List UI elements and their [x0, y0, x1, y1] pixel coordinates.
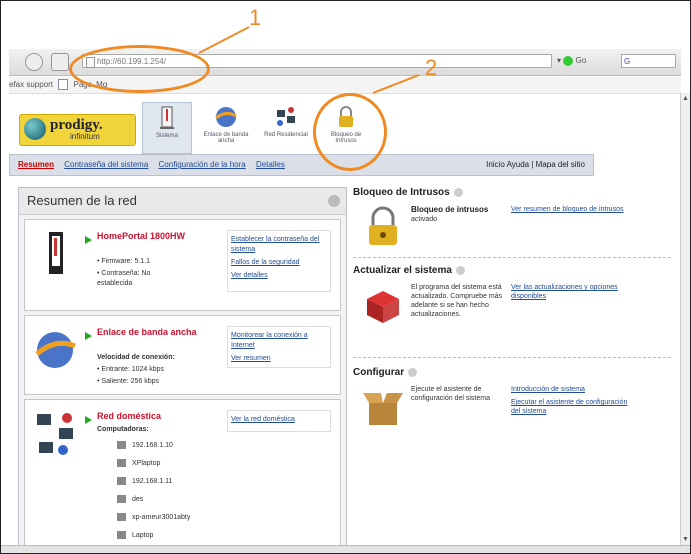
screenshot-frame: http://60.199.1.254/ ▾ Go G efax support… — [0, 0, 691, 554]
annotation-ellipse-2 — [313, 93, 387, 171]
annotation-ellipse-1 — [69, 45, 210, 93]
annotation-label-1: 1 — [249, 5, 262, 30]
annotation-label-2: 2 — [425, 55, 438, 80]
